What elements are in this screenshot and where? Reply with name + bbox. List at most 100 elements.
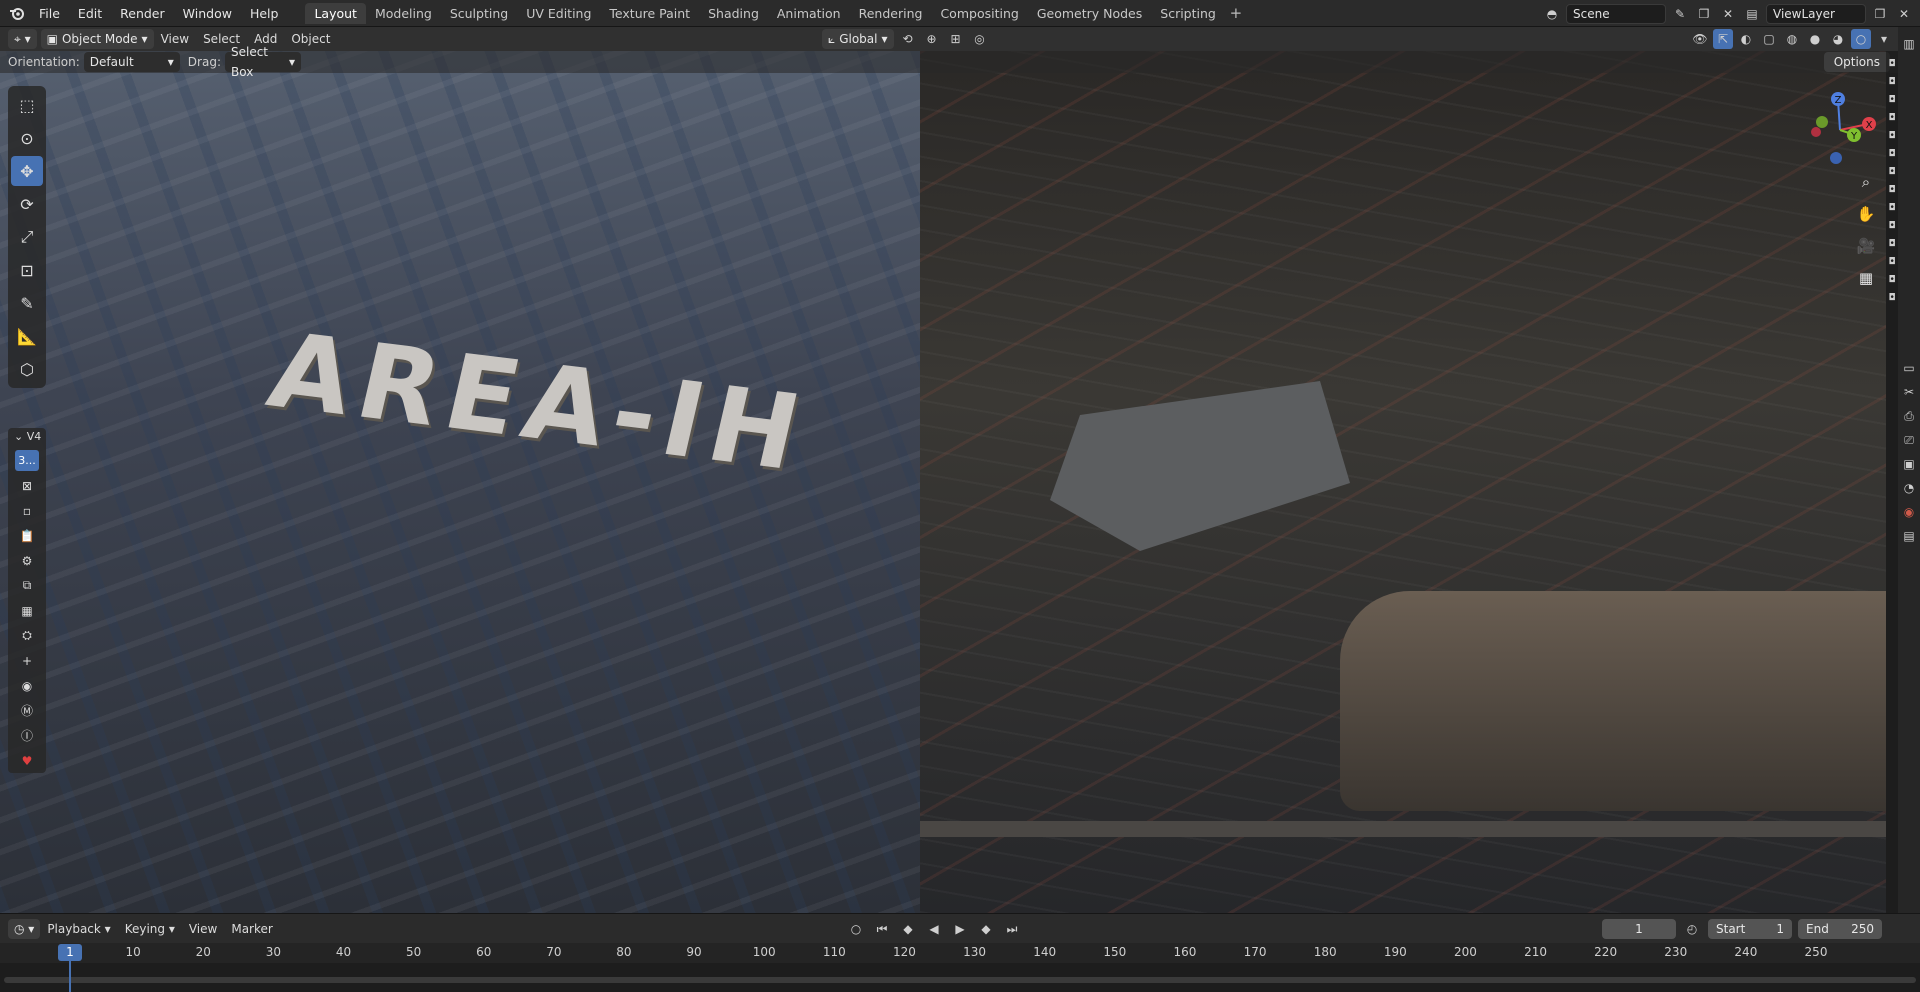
camera-icon[interactable]: ◘ <box>1886 185 1898 201</box>
current-frame-field[interactable]: 1 <box>1602 919 1676 939</box>
focus-icon[interactable]: ⊠ <box>15 475 39 496</box>
jump-start-icon[interactable]: ⏮ <box>872 919 892 939</box>
menu-object[interactable]: Object <box>284 32 337 46</box>
drag-dropdown[interactable]: Select Box ▾ <box>224 45 301 79</box>
playhead-frame[interactable]: 1 <box>58 944 82 961</box>
menu-window[interactable]: Window <box>174 0 241 27</box>
plus-icon[interactable]: + <box>15 650 39 671</box>
timeline-scrollbar[interactable] <box>4 977 1916 983</box>
camera-icon[interactable]: ◘ <box>1886 167 1898 183</box>
camera-icon[interactable]: ⛭ <box>15 625 39 646</box>
camera-icon[interactable]: ◘ <box>1886 257 1898 273</box>
tab-uv-editing[interactable]: UV Editing <box>517 3 600 24</box>
snap-target-icon[interactable]: ⊞ <box>946 29 966 49</box>
delete-view-layer-icon[interactable]: ✕ <box>1894 4 1914 24</box>
stopwatch-icon[interactable]: ◴ <box>1682 919 1702 939</box>
move-icon[interactable]: ✥ <box>11 156 43 186</box>
measure-icon[interactable]: 📐 <box>11 321 43 351</box>
collection-icon[interactable]: ▤ <box>1900 527 1918 545</box>
menu-file[interactable]: File <box>30 0 69 27</box>
overlay-icon[interactable]: ◐ <box>1736 29 1756 49</box>
new-view-layer-icon[interactable]: ❐ <box>1870 4 1890 24</box>
chevron-down-icon[interactable]: ▾ <box>1874 29 1894 49</box>
camera-icon[interactable]: ◘ <box>1886 77 1898 93</box>
perspective-grid-icon[interactable]: ▦ <box>1852 266 1880 290</box>
camera-view-icon[interactable]: 🎥 <box>1852 234 1880 258</box>
timeline-body[interactable] <box>0 963 1920 992</box>
menu-playback[interactable]: Playback ▾ <box>40 922 117 936</box>
camera-icon[interactable]: ◘ <box>1886 203 1898 219</box>
prev-keyframe-icon[interactable]: ◆ <box>898 919 918 939</box>
pivot-icon[interactable]: ⟲ <box>898 29 918 49</box>
next-keyframe-icon[interactable]: ◆ <box>976 919 996 939</box>
copy-icon[interactable]: ⧉ <box>15 575 39 596</box>
tab-geometry-nodes[interactable]: Geometry Nodes <box>1028 3 1151 24</box>
start-frame-field[interactable]: Start 1 <box>1708 919 1792 939</box>
pin-icon[interactable]: ✎ <box>1670 4 1690 24</box>
annotate-icon[interactable]: ✎ <box>11 288 43 318</box>
play-reverse-icon[interactable]: ◀ <box>924 919 944 939</box>
blender-icon[interactable]: ◉ <box>15 675 39 696</box>
info-icon[interactable]: Ⓘ <box>15 725 39 746</box>
m-icon[interactable]: Ⓜ <box>15 700 39 721</box>
editor-type-dropdown[interactable]: ⌖ ▾ <box>8 29 37 49</box>
camera-icon[interactable]: ◘ <box>1886 113 1898 129</box>
gear-icon[interactable]: ⚙ <box>15 550 39 571</box>
world-icon[interactable]: ◉ <box>1900 503 1918 521</box>
camera-icon[interactable]: ◘ <box>1886 59 1898 75</box>
tab-sculpting[interactable]: Sculpting <box>441 3 517 24</box>
3d-viewport[interactable]: AREA-IH <box>0 51 1886 913</box>
end-frame-field[interactable]: End 250 <box>1798 919 1882 939</box>
zoom-icon[interactable]: ⌕ <box>1852 170 1880 194</box>
menu-marker[interactable]: Marker <box>224 922 279 936</box>
camera-icon[interactable]: ◘ <box>1886 149 1898 165</box>
add-workspace-button[interactable]: + <box>1225 4 1247 22</box>
grid-icon[interactable]: ▦ <box>15 600 39 621</box>
auto-keying-icon[interactable]: ○ <box>846 919 866 939</box>
menu-timeline-view[interactable]: View <box>182 922 224 936</box>
rotate-icon[interactable]: ⟳ <box>11 189 43 219</box>
gizmo-toggle-icon[interactable]: ⇱ <box>1713 29 1733 49</box>
transform-icon[interactable]: ⊡ <box>11 255 43 285</box>
timeline-ruler[interactable]: 1 10 20 30 40 50 60 70 80 90 100 110 120 130 140 150 16… <box>0 943 1920 963</box>
tab-shading[interactable]: Shading <box>699 3 768 24</box>
camera-icon[interactable]: ◘ <box>1886 95 1898 111</box>
blender-logo-icon[interactable] <box>4 0 30 27</box>
material-shading-icon[interactable]: ◕ <box>1828 29 1848 49</box>
options-button[interactable]: Options <box>1823 52 1890 72</box>
render-icon[interactable]: ⎙ <box>1900 407 1918 425</box>
scale-icon[interactable]: ⤢ <box>11 222 43 252</box>
camera-icon[interactable]: ◘ <box>1886 239 1898 255</box>
transform-orientation-dropdown[interactable]: ⟀ Global ▾ <box>822 29 894 49</box>
tab-texture-paint[interactable]: Texture Paint <box>600 3 699 24</box>
tab-rendering[interactable]: Rendering <box>850 3 932 24</box>
tab-animation[interactable]: Animation <box>768 3 850 24</box>
addon-button-1[interactable]: 3... <box>15 450 39 471</box>
add-cube-icon[interactable]: ⬡ <box>11 354 43 384</box>
navigation-gizmo[interactable]: Z X Y <box>1792 86 1888 176</box>
view-layer-icon[interactable]: ▣ <box>1900 455 1918 473</box>
new-scene-icon[interactable]: ❐ <box>1694 4 1714 24</box>
scene-name-field[interactable]: Scene <box>1566 3 1666 24</box>
output-icon[interactable]: ⎚ <box>1900 431 1918 449</box>
timeline-editor-type-dropdown[interactable]: ◷ ▾ <box>8 918 41 939</box>
menu-render[interactable]: Render <box>111 0 174 27</box>
view-layer-field[interactable]: ViewLayer <box>1766 3 1866 24</box>
tab-scripting[interactable]: Scripting <box>1151 3 1225 24</box>
camera-icon[interactable]: ◘ <box>1886 221 1898 237</box>
rendered-shading-icon[interactable]: ○ <box>1851 29 1871 49</box>
proportional-edit-icon[interactable]: ◎ <box>970 29 990 49</box>
menu-view[interactable]: View <box>154 32 196 46</box>
xray-icon[interactable]: ▢ <box>1759 29 1779 49</box>
menu-edit[interactable]: Edit <box>69 0 111 27</box>
menu-keying[interactable]: Keying ▾ <box>118 922 182 936</box>
addon-panel-header[interactable]: ⌄ V4 <box>14 430 41 443</box>
cursor-icon[interactable]: ⊙ <box>11 123 43 153</box>
outliner-icon[interactable]: ▥ <box>1900 35 1918 53</box>
snap-icon[interactable]: ⊕ <box>922 29 942 49</box>
mode-dropdown[interactable]: ▣ Object Mode ▾ <box>40 29 154 49</box>
camera-icon[interactable]: ◘ <box>1886 131 1898 147</box>
view-layer-icon[interactable]: ▤ <box>1742 4 1762 24</box>
blank-icon[interactable]: ▫ <box>15 500 39 521</box>
pan-hand-icon[interactable]: ✋ <box>1852 202 1880 226</box>
